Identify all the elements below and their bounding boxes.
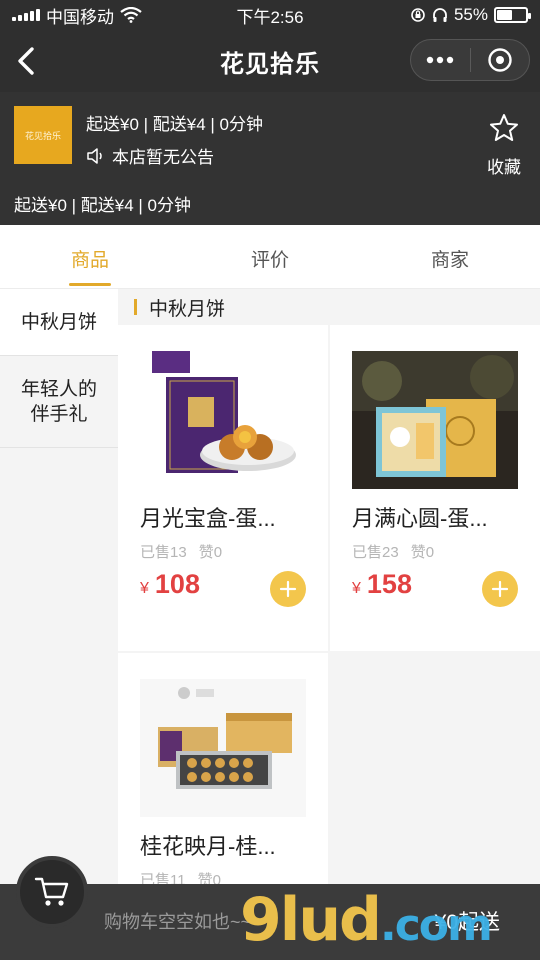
category-mid-autumn-mooncake[interactable]: 中秋月饼 xyxy=(0,289,118,356)
product-name: 月满心圆-蛋... xyxy=(352,506,488,531)
sold-count: 已售13 xyxy=(140,544,187,561)
cart-button[interactable] xyxy=(16,856,88,928)
tab-merchant[interactable]: 商家 xyxy=(360,225,540,288)
product-image xyxy=(140,679,306,817)
plus-icon xyxy=(491,580,509,598)
watermark-suffix: .com xyxy=(379,900,493,951)
tab-products[interactable]: 商品 xyxy=(0,225,180,288)
product-card[interactable]: 桂花映月-桂... 已售11 赞0 xyxy=(118,653,328,884)
signal-icon xyxy=(12,9,40,21)
category-sidebar: 中秋月饼 年轻人的伴手礼 xyxy=(0,289,118,884)
add-to-cart-button[interactable] xyxy=(270,571,306,607)
like-count: 赞0 xyxy=(198,544,223,561)
shopping-cart-icon xyxy=(34,877,69,906)
delivery-info: 起送¥0 | 配送¥4 | 0分钟 xyxy=(86,115,263,134)
product-price: ¥ 158 xyxy=(352,569,412,600)
product-image xyxy=(140,351,306,489)
status-bar: 中国移动 下午2:56 55% xyxy=(0,0,540,30)
wifi-icon xyxy=(120,7,142,23)
product-stats: 已售11 赞0 xyxy=(140,869,221,884)
carrier-name: 中国移动 xyxy=(46,7,114,27)
delivery-info-secondary: 起送¥0 | 配送¥4 | 0分钟 xyxy=(14,196,191,215)
shop-logo-text: 花见拾乐 xyxy=(24,131,61,142)
back-arrow-icon[interactable] xyxy=(12,44,42,78)
currency-symbol: ¥ xyxy=(352,580,361,597)
price-value: 108 xyxy=(154,569,200,599)
product-price: ¥ 108 xyxy=(140,569,200,600)
headphones-icon xyxy=(433,8,447,22)
shop-notice: 本店暂无公告 xyxy=(86,143,214,168)
category-label: 年轻人的伴手礼 xyxy=(20,378,97,425)
close-miniprogram-button[interactable] xyxy=(471,40,530,80)
more-dots-icon xyxy=(427,56,454,64)
like-count: 赞0 xyxy=(410,544,435,561)
shop-logo: 花见拾乐 xyxy=(14,106,72,164)
sold-count: 已售23 xyxy=(352,544,399,561)
category-young-gifts[interactable]: 年轻人的伴手礼 xyxy=(0,356,118,448)
empty-card xyxy=(330,653,540,884)
watermark-text: 9lud xyxy=(240,885,382,955)
sold-count: 已售11 xyxy=(140,872,186,884)
tab-reviews[interactable]: 评价 xyxy=(180,225,360,288)
product-list: 中秋月饼 月光宝盒-蛋... 已售13 赞0 ¥ 108 月满心圆-蛋... 已… xyxy=(118,289,540,884)
price-value: 158 xyxy=(366,569,412,599)
target-icon xyxy=(488,48,512,72)
star-icon xyxy=(490,114,518,141)
product-image xyxy=(352,351,518,489)
tab-bar: 商品 评价 商家 xyxy=(0,225,540,289)
battery-icon xyxy=(494,7,531,23)
miniprogram-capsule xyxy=(410,39,530,81)
product-name: 桂花映月-桂... xyxy=(140,834,276,859)
plus-icon xyxy=(279,580,297,598)
product-stats: 已售13 赞0 xyxy=(140,541,222,562)
currency-symbol: ¥ xyxy=(140,580,149,597)
favorite-button[interactable]: 收藏 xyxy=(482,112,526,178)
notice-text: 本店暂无公告 xyxy=(112,148,214,167)
orientation-lock-icon xyxy=(411,8,425,22)
shop-header: 花见拾乐 起送¥0 | 配送¥4 | 0分钟 本店暂无公告 起送¥0 | 配送¥… xyxy=(0,92,540,225)
product-stats: 已售23 赞0 xyxy=(352,541,434,562)
product-card[interactable]: 月光宝盒-蛋... 已售13 赞0 ¥ 108 xyxy=(118,325,328,651)
section-title: 中秋月饼 xyxy=(118,289,540,325)
favorite-label: 收藏 xyxy=(487,158,521,177)
add-to-cart-button[interactable] xyxy=(482,571,518,607)
product-card[interactable]: 月满心圆-蛋... 已售23 赞0 ¥ 158 xyxy=(330,325,540,651)
battery-percent: 55% xyxy=(453,5,488,24)
cart-bar: 购物车空空如也~~ ¥0起送 9lud.com xyxy=(0,856,540,960)
more-menu-button[interactable] xyxy=(411,40,470,80)
cart-empty-text: 购物车空空如也~~ xyxy=(104,912,252,932)
speaker-icon xyxy=(87,147,102,164)
nav-bar: 花见拾乐 xyxy=(0,30,540,92)
product-name: 月光宝盒-蛋... xyxy=(140,506,276,531)
like-count: 赞0 xyxy=(197,872,221,884)
watermark-logo: 9lud.com xyxy=(240,885,493,958)
